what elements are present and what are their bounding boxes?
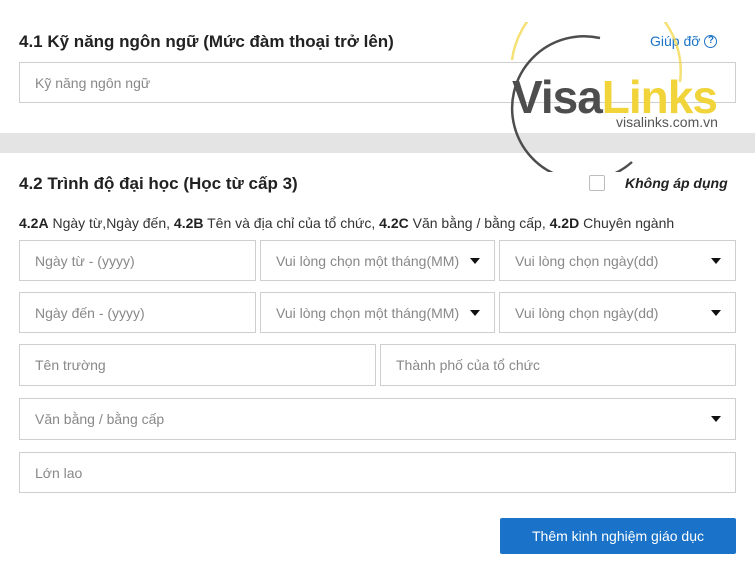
date-to-month-placeholder: Vui lòng chọn một tháng(MM)	[276, 304, 460, 321]
date-from-day-placeholder: Vui lòng chọn ngày(dd)	[515, 252, 659, 269]
desc-42c: Văn bằng / bằng cấp,	[408, 215, 550, 231]
caret-down-icon	[711, 309, 721, 316]
caret-down-icon	[711, 416, 721, 422]
language-skill-input[interactable]: Kỹ năng ngôn ngữ	[19, 62, 736, 103]
date-from-year-input[interactable]: Ngày từ - (yyyy)	[19, 240, 256, 281]
not-applicable-checkbox[interactable]	[589, 175, 605, 191]
caret-down-icon	[711, 257, 721, 264]
date-from-month-placeholder: Vui lòng chọn một tháng(MM)	[276, 252, 460, 269]
question-circle-icon: ?	[704, 34, 718, 48]
school-name-input[interactable]: Tên trường	[19, 344, 376, 386]
date-to-day-select[interactable]: Vui lòng chọn ngày(dd)	[499, 292, 736, 333]
caret-down-icon	[470, 309, 480, 316]
date-to-month-select[interactable]: Vui lòng chọn một tháng(MM)	[260, 292, 495, 333]
section-42-description: 4.2A Ngày từ,Ngày đến, 4.2B Tên và địa c…	[19, 215, 674, 231]
date-to-year-input[interactable]: Ngày đến - (yyyy)	[19, 292, 256, 333]
code-42b: 4.2B	[173, 215, 204, 231]
not-applicable-option[interactable]: Không áp dụng	[589, 175, 728, 191]
degree-select[interactable]: Văn bằng / bằng cấp	[19, 398, 736, 440]
section-42-title: 4.2 Trình độ đại học (Học từ cấp 3)	[19, 174, 298, 193]
major-input[interactable]: Lớn lao	[19, 452, 736, 493]
desc-42a: Ngày từ,Ngày đến,	[48, 215, 174, 231]
desc-42b: Tên và địa chỉ của tổ chức,	[203, 215, 380, 231]
date-from-day-select[interactable]: Vui lòng chọn ngày(dd)	[499, 240, 736, 281]
code-42d: 4.2D	[549, 215, 580, 231]
help-label: Giúp đỡ	[650, 33, 701, 49]
desc-42d: Chuyên ngành	[579, 215, 675, 231]
code-42a: 4.2A	[19, 215, 49, 231]
date-from-month-select[interactable]: Vui lòng chọn một tháng(MM)	[260, 240, 495, 281]
not-applicable-label: Không áp dụng	[625, 175, 728, 191]
section-divider	[0, 133, 755, 153]
date-to-day-placeholder: Vui lòng chọn ngày(dd)	[515, 304, 659, 321]
code-42c: 4.2C	[379, 215, 409, 231]
caret-down-icon	[470, 257, 480, 264]
section-41-title: 4.1 Kỹ năng ngôn ngữ (Mức đàm thoại trở …	[19, 32, 394, 51]
add-education-button[interactable]: Thêm kinh nghiệm giáo dục	[500, 518, 736, 554]
institution-city-input[interactable]: Thành phố của tổ chức	[380, 344, 736, 386]
watermark-url: visalinks.com.vn	[616, 114, 718, 130]
degree-placeholder: Văn bằng / bằng cấp	[35, 411, 165, 427]
help-link[interactable]: Giúp đỡ ?	[650, 33, 718, 49]
